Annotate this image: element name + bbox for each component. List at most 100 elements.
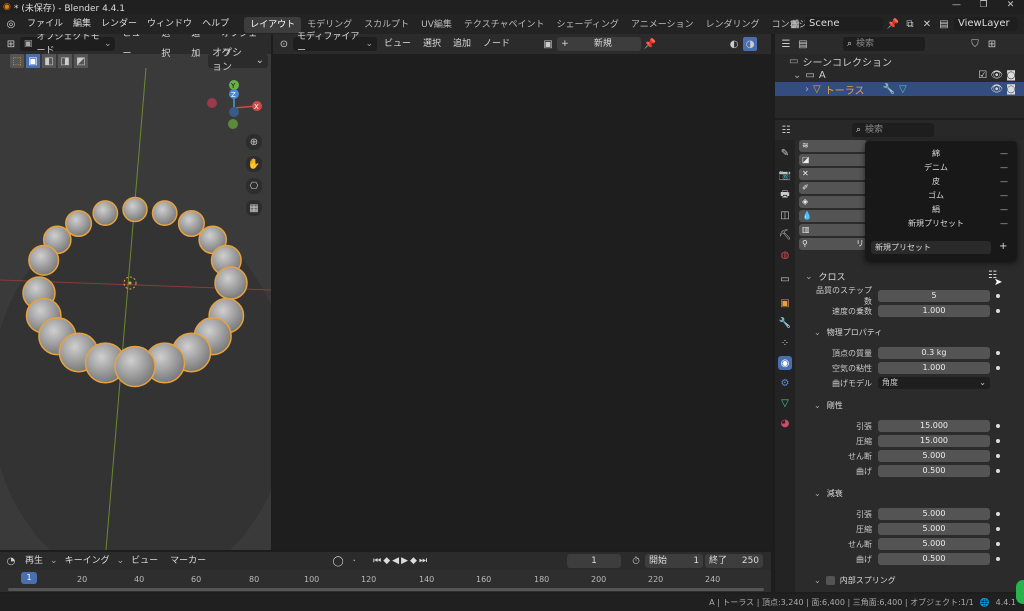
tab-shading[interactable]: シェーディング [551, 17, 625, 33]
physics-collision-button[interactable]: ◪ [799, 154, 867, 166]
blender-menu-icon[interactable]: ◎ [0, 19, 22, 30]
select-box-icon[interactable]: ⬚ [10, 54, 24, 68]
timeline-scrollbar[interactable] [8, 588, 764, 591]
preset-denim[interactable]: デニム — [872, 161, 1012, 174]
timeline-menu-keying[interactable]: キーイング [60, 551, 115, 571]
air-viscosity-keyframe-dot[interactable] [996, 366, 1000, 370]
data-tab-icon[interactable]: ▽ [778, 396, 792, 410]
stiffness-tension-keyframe-dot[interactable] [996, 424, 1000, 428]
vertex-mass-keyframe-dot[interactable] [996, 351, 1000, 355]
collection-a-visibility-icons[interactable]: ☑ 👁 ◙ [978, 70, 1016, 81]
physics-dynamic-paint-button[interactable]: ✐ [799, 182, 867, 194]
preset-leather[interactable]: 皮 — [872, 175, 1012, 188]
collection-a-row[interactable]: ⌄ ▭ A ☑ 👁 ◙ [775, 68, 1024, 82]
air-viscosity-field[interactable]: 1.000 [878, 362, 990, 374]
gizmo-neg-z-icon[interactable] [229, 107, 239, 117]
stopwatch-icon[interactable]: ⏱ [629, 554, 643, 568]
tab-rendering[interactable]: レンダリング [700, 17, 766, 33]
menu-render[interactable]: レンダー [96, 14, 142, 34]
node-editor[interactable]: ⊙ モディファイアー ⌄ ビュー 選択 追加 ノード ▣ + 新規 📌 ◐ ◑ [273, 32, 771, 550]
timeline-type-icon[interactable]: ◔ [4, 554, 18, 568]
render-tab-icon[interactable]: 📷 [778, 168, 792, 182]
node-editor-dropdown[interactable]: モディファイアー ⌄ [293, 32, 377, 56]
scene-icon[interactable]: ▦ [788, 17, 802, 31]
menu-edit[interactable]: 編集 [68, 14, 96, 34]
node-menu-add[interactable]: 追加 [448, 34, 476, 54]
physical-properties-header[interactable]: ⌄ 物理プロパティ [814, 327, 882, 338]
menu-help[interactable]: ヘルプ [197, 14, 234, 34]
timeline-menu-marker[interactable]: マーカー [165, 551, 211, 571]
gizmo-neg-y-icon[interactable] [228, 119, 238, 129]
end-frame-field[interactable]: 終了 250 [705, 554, 764, 568]
damping-compression-keyframe-dot[interactable] [996, 527, 1000, 531]
stiffness-header[interactable]: ⌄ 剛性 [814, 400, 843, 411]
expand-icon[interactable]: › [805, 84, 809, 95]
collection-tab-icon[interactable]: ▭ [778, 272, 792, 286]
current-frame-field[interactable]: 1 [567, 554, 622, 568]
timeline-menu-view[interactable]: ビュー [126, 551, 163, 571]
stiffness-shear-field[interactable]: 5.000 [878, 450, 990, 462]
mode-dropdown[interactable]: ▣ オブジェクトモード ⌄ [19, 34, 116, 56]
properties-search-input[interactable]: ⌕ 検索 [852, 123, 934, 137]
timeline-menu-playback[interactable]: 再生 [20, 551, 48, 571]
internal-springs-checkbox[interactable] [825, 576, 835, 585]
damping-tension-field[interactable]: 5.000 [878, 508, 990, 520]
preset-new-remove-icon[interactable]: — [1000, 219, 1012, 228]
outliner-search-input[interactable]: ⌕ 検索 [843, 37, 925, 51]
menu-select[interactable]: 選択 [156, 34, 184, 64]
delete-scene-icon[interactable]: ✕ [920, 17, 934, 31]
grid-view-icon[interactable]: ▦ [246, 200, 262, 216]
stiffness-shear-keyframe-dot[interactable] [996, 454, 1000, 458]
modifier-tab-icon[interactable]: 🔧 [778, 316, 792, 330]
menu-view[interactable]: ビュー [117, 34, 154, 64]
damping-bending-keyframe-dot[interactable] [996, 557, 1000, 561]
material-tab-icon[interactable]: ◕ [778, 416, 792, 430]
preset-cotton[interactable]: 綿 — [872, 147, 1012, 160]
physics-soft-body-button[interactable]: ◈ [799, 196, 867, 208]
menu-file[interactable]: ファイル [22, 14, 68, 34]
pin-icon[interactable]: 📌 [886, 17, 900, 31]
damping-compression-field[interactable]: 5.000 [878, 523, 990, 535]
node-menu-node[interactable]: ノード [478, 34, 515, 54]
scene-name-field[interactable]: Scene [805, 17, 883, 31]
speed-multiplier-field[interactable]: 1.000 [878, 305, 990, 317]
minimize-button[interactable]: — [943, 0, 970, 10]
physics-cloth-button[interactable]: ✕ [799, 168, 867, 180]
damping-bending-field[interactable]: 0.500 [878, 553, 990, 565]
cloth-collapse-icon[interactable]: ⌄ [805, 272, 813, 282]
viewlayer-name-field[interactable]: ViewLayer [954, 17, 1018, 31]
auto-keying-icon[interactable]: · [347, 554, 361, 568]
stiffness-bending-keyframe-dot[interactable] [996, 469, 1000, 473]
select-extend-icon[interactable]: ◧ [42, 54, 56, 68]
torus-row[interactable]: › ▽ トーラス 🔧 ▽ 👁 ◙ [775, 82, 1024, 97]
camera-icon[interactable]: ⎔ [246, 178, 262, 194]
output-tab-icon[interactable]: 🖶 [778, 188, 792, 202]
current-frame-indicator[interactable]: 1 [21, 572, 37, 584]
outliner-mode-icon[interactable]: ▤ [796, 37, 810, 51]
properties-type-icon[interactable]: ☷ [779, 123, 793, 137]
node-tree-icon[interactable]: ▣ [541, 37, 555, 51]
snap-icon[interactable]: ◑ [743, 37, 758, 51]
torus-visibility-icons[interactable]: 👁 ◙ [990, 84, 1016, 95]
object-tab-icon[interactable]: ▣ [778, 296, 792, 310]
stiffness-tension-field[interactable]: 15.000 [878, 420, 990, 432]
preset-silk-remove-icon[interactable]: — [1000, 205, 1012, 214]
physics-rigid-constraint-button[interactable]: ⚲ リ [799, 238, 867, 250]
menu-window[interactable]: ウィンドウ [142, 14, 197, 34]
scene-tab-icon[interactable]: ⛏ [778, 228, 792, 242]
filter-icon[interactable]: ⛉ [968, 37, 982, 51]
cloth-section-header[interactable]: ⌄ クロス [805, 270, 846, 284]
node-menu-select[interactable]: 選択 [418, 34, 446, 54]
tab-layout[interactable]: レイアウト [244, 17, 302, 33]
tab-uv-editing[interactable]: UV編集 [415, 17, 458, 33]
viewlayer-icon[interactable]: ▤ [937, 17, 951, 31]
preset-denim-remove-icon[interactable]: — [1000, 163, 1012, 172]
preset-leather-remove-icon[interactable]: — [1000, 177, 1012, 186]
select-intersect-icon[interactable]: ◩ [74, 54, 88, 68]
damping-shear-keyframe-dot[interactable] [996, 542, 1000, 546]
particles-tab-icon[interactable]: ⁘ [778, 336, 792, 350]
internal-springs-header[interactable]: ⌄ 内部スプリング [814, 575, 896, 586]
node-menu-view[interactable]: ビュー [379, 34, 416, 54]
start-frame-field[interactable]: 開始 1 [645, 554, 704, 568]
stiffness-compression-keyframe-dot[interactable] [996, 439, 1000, 443]
